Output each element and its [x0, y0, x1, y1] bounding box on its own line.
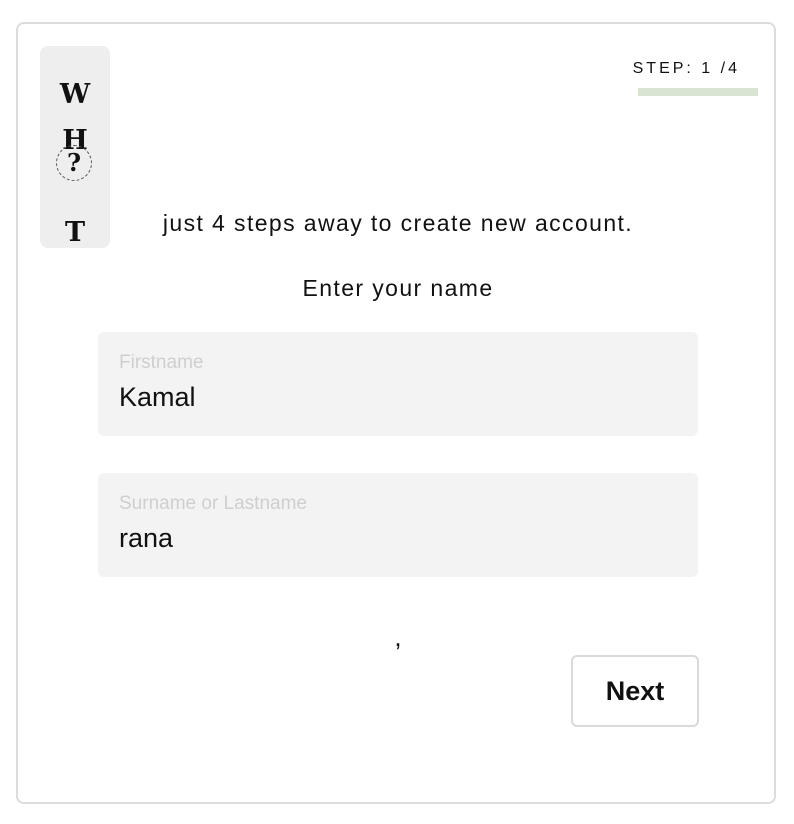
step-progress-bar [638, 88, 758, 96]
lastname-input[interactable] [116, 521, 682, 556]
next-button[interactable]: Next [571, 655, 699, 727]
separator-text: , [394, 622, 402, 652]
signup-card: W H ? T STEP: 1 /4 just 4 steps away to … [16, 22, 776, 804]
subtitle: just 4 steps away to create new account. [162, 210, 634, 236]
firstname-input[interactable] [116, 380, 682, 415]
logo-letter-w: W [59, 79, 91, 110]
name-prompt: Enter your name [302, 275, 494, 301]
firstname-label: Firstname [119, 352, 204, 373]
step-indicator: STEP: 1 /4 [632, 60, 740, 77]
lastname-label: Surname or Lastname [119, 493, 307, 514]
firstname-field[interactable]: Firstname [98, 332, 698, 436]
question-icon: ? [56, 145, 92, 181]
lastname-field[interactable]: Surname or Lastname [98, 473, 698, 577]
